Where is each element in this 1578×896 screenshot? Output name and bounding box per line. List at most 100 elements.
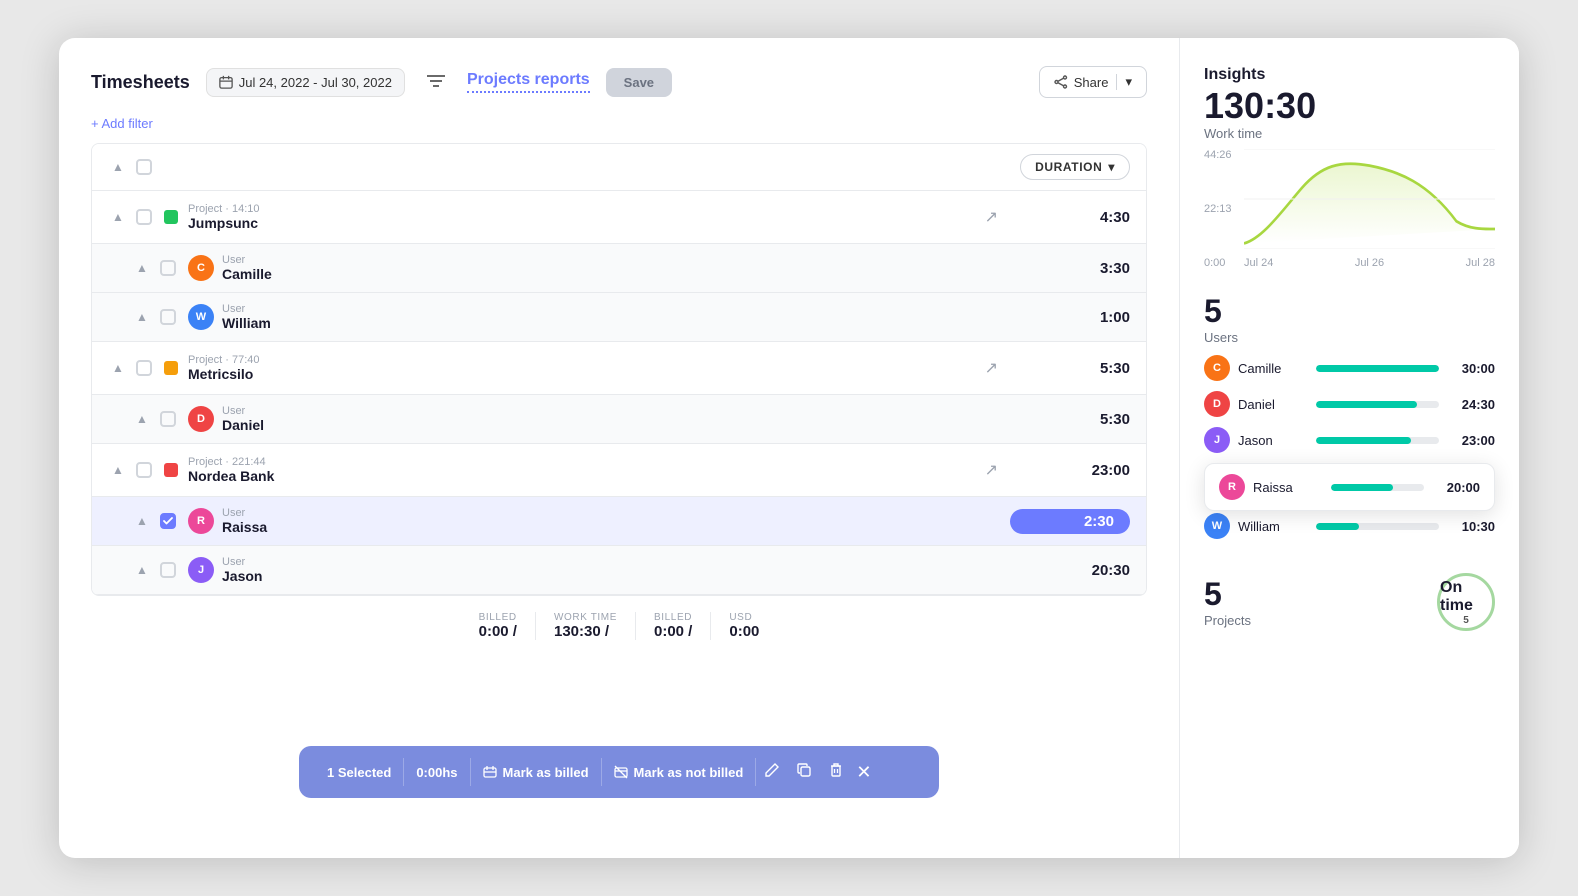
stat-time-william: 10:30 — [1447, 519, 1495, 534]
user-stat-daniel: D Daniel 24:30 — [1204, 391, 1495, 417]
footer-usd-label: USD — [729, 612, 759, 623]
user-meta-camille: User — [222, 254, 1010, 266]
mark-as-not-billed-button[interactable]: Mark as not billed — [602, 765, 756, 780]
mark-as-billed-button[interactable]: Mark as billed — [471, 765, 601, 780]
filter-icon-button[interactable] — [421, 68, 451, 97]
timesheets-table: ▲ DURATION ▾ ▲ — [91, 143, 1147, 596]
external-link-icon-metricsilo[interactable]: ↗ — [985, 358, 998, 378]
work-time-total: 130:30 — [1204, 88, 1495, 124]
external-link-icon-nordea[interactable]: ↗ — [985, 460, 998, 480]
avatar-jason: J — [188, 557, 214, 583]
checkbox-metricsilo[interactable] — [136, 360, 152, 376]
footer-billed2-label: BILLED — [654, 612, 692, 623]
expand-jumpsunc-button[interactable]: ▲ — [108, 210, 128, 224]
chart-x-labels: Jul 24 Jul 26 Jul 28 — [1244, 257, 1495, 269]
expand-camille-button[interactable]: ▲ — [132, 261, 152, 275]
expand-william-button[interactable]: ▲ — [132, 310, 152, 324]
checkbox-jason[interactable] — [160, 562, 176, 578]
share-button[interactable]: Share ▾ — [1039, 66, 1147, 98]
user-name-daniel: Daniel — [222, 417, 1010, 433]
user-row-jason: ▲ J User Jason 20:30 — [92, 546, 1146, 595]
user-row-daniel: ▲ D User Daniel 5:30 — [92, 395, 1146, 444]
users-section: 5 Users C Camille 30:00 D Daniel — [1204, 293, 1495, 549]
stat-name-william: William — [1238, 519, 1308, 534]
date-range-button[interactable]: Jul 24, 2022 - Jul 30, 2022 — [206, 68, 405, 97]
duration-raissa: 2:30 — [1010, 509, 1130, 534]
stat-avatar-jason: J — [1204, 427, 1230, 453]
footer-billed-label: BILLED — [479, 612, 517, 623]
expand-nordea-button[interactable]: ▲ — [108, 463, 128, 477]
duration-jumpsunc: 4:30 — [1010, 209, 1130, 226]
user-row-raissa: ▲ R User Raissa 2:30 — [92, 497, 1146, 546]
expand-daniel-button[interactable]: ▲ — [132, 412, 152, 426]
checkbox-camille[interactable] — [160, 260, 176, 276]
on-time-circle: On time 5 — [1437, 573, 1495, 631]
project-name-nordea: Nordea Bank — [188, 468, 985, 484]
duplicate-button[interactable] — [788, 762, 820, 783]
add-filter-button[interactable]: + Add filter — [91, 116, 1147, 131]
work-time-chart: 44:26 22:13 0:00 — [1204, 149, 1495, 269]
delete-icon — [828, 762, 844, 778]
user-row-camille: ▲ C User Camille 3:30 — [92, 244, 1146, 293]
selected-count: 1 Selected — [315, 765, 403, 780]
not-billed-icon — [614, 765, 628, 779]
duration-metricsilo: 5:30 — [1010, 360, 1130, 377]
stat-name-raissa: Raissa — [1253, 480, 1323, 495]
duration-william: 1:00 — [1010, 309, 1130, 326]
footer-billed-value: 0:00 / — [479, 623, 517, 640]
user-meta-raissa: User — [222, 507, 616, 519]
project-name-jumpsunc: Jumpsunc — [188, 215, 985, 231]
external-link-icon[interactable]: ↗ — [985, 207, 998, 227]
users-label: Users — [1204, 330, 1495, 345]
date-range-text: Jul 24, 2022 - Jul 30, 2022 — [239, 75, 392, 90]
user-row-william: ▲ W User William 1:00 — [92, 293, 1146, 342]
duration-camille: 3:30 — [1010, 260, 1130, 277]
header: Timesheets Jul 24, 2022 - Jul 30, 2022 P… — [91, 66, 1147, 98]
project-row-metricsilo: ▲ Project · 77:40 Metricsilo ↗ 5:30 — [92, 342, 1146, 395]
project-row-jumpsunc: ▲ Project · 14:10 Jumpsunc ↗ 4:30 — [92, 191, 1146, 244]
stat-bar-raissa — [1331, 484, 1393, 491]
user-stat-camille: C Camille 30:00 — [1204, 355, 1495, 381]
project-color-dot-nordea — [164, 463, 178, 477]
edit-button[interactable] — [756, 762, 788, 783]
select-all-checkbox[interactable] — [136, 159, 152, 175]
stat-time-raissa: 20:00 — [1432, 480, 1480, 495]
stat-avatar-daniel: D — [1204, 391, 1230, 417]
user-name-jason: Jason — [222, 568, 1010, 584]
stat-avatar-william: W — [1204, 513, 1230, 539]
checkbox-daniel[interactable] — [160, 411, 176, 427]
insights-title: Insights — [1204, 66, 1495, 84]
duration-daniel: 5:30 — [1010, 411, 1130, 428]
stat-name-camille: Camille — [1238, 361, 1308, 376]
user-name-camille: Camille — [222, 266, 1010, 282]
share-chevron-icon[interactable]: ▾ — [1116, 74, 1132, 90]
delete-button[interactable] — [820, 762, 852, 783]
avatar-william: W — [188, 304, 214, 330]
duration-sort-button[interactable]: DURATION ▾ — [1020, 154, 1130, 180]
expand-raissa-button[interactable]: ▲ — [132, 514, 152, 528]
stat-bar-daniel — [1316, 401, 1417, 408]
raissa-tooltip: R Raissa 20:00 — [1204, 463, 1495, 511]
checkbox-nordea[interactable] — [136, 462, 152, 478]
user-meta-daniel: User — [222, 405, 1010, 417]
footer-work-time-value: 130:30 / — [554, 623, 617, 640]
save-button[interactable]: Save — [606, 68, 672, 97]
stat-bar-jason — [1316, 437, 1411, 444]
duplicate-icon — [796, 762, 812, 778]
project-row-nordea: ▲ Project · 221:44 Nordea Bank ↗ 23:00 — [92, 444, 1146, 497]
footer-usd-value: 0:00 — [729, 623, 759, 640]
user-name-william: William — [222, 315, 1010, 331]
user-stat-jason: J Jason 23:00 — [1204, 427, 1495, 453]
project-color-dot — [164, 210, 178, 224]
expand-metricsilo-button[interactable]: ▲ — [108, 361, 128, 375]
selection-action-bar: 1 Selected 0:00hs Mark as billed — [299, 746, 939, 798]
stat-name-jason: Jason — [1238, 433, 1308, 448]
checkbox-raissa[interactable] — [160, 513, 176, 529]
close-bar-button[interactable]: ✕ — [856, 762, 871, 783]
expand-jason-button[interactable]: ▲ — [132, 563, 152, 577]
stat-avatar-raissa: R — [1219, 474, 1245, 500]
stat-time-daniel: 24:30 — [1447, 397, 1495, 412]
collapse-all-button[interactable]: ▲ — [108, 160, 128, 174]
checkbox-william[interactable] — [160, 309, 176, 325]
checkbox-jumpsunc[interactable] — [136, 209, 152, 225]
